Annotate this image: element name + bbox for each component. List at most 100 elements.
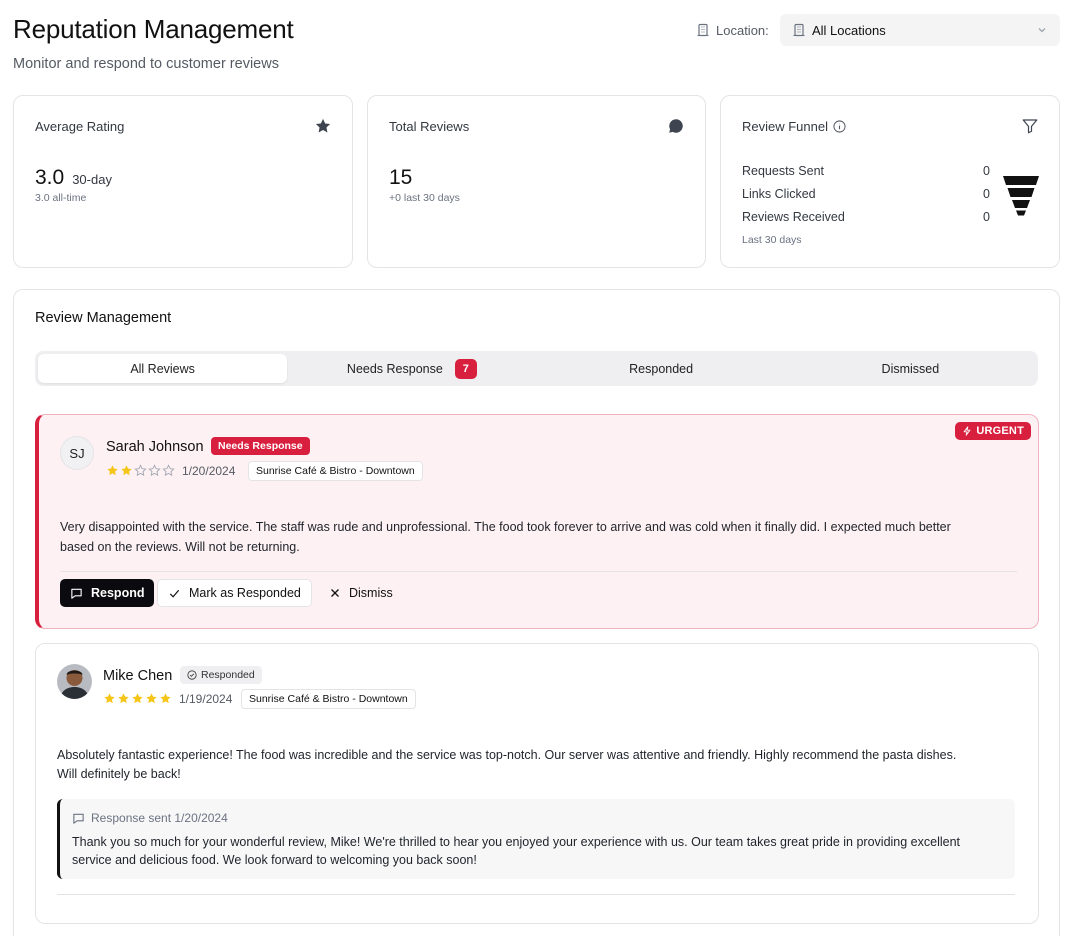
total-reviews-title: Total Reviews	[389, 119, 470, 134]
average-rating-period: 30-day	[72, 172, 112, 187]
close-icon	[331, 589, 339, 597]
funnel-row-requests: Requests Sent 0	[742, 164, 990, 178]
funnel-value: 0	[983, 187, 990, 201]
needs-response-count-badge: 7	[454, 358, 477, 379]
review-card: Mike Chen Responded 1/19/2024 Sunrise Ca…	[35, 643, 1039, 924]
review-management-card: Review Management All Reviews Needs Resp…	[13, 289, 1060, 936]
building-icon	[793, 23, 805, 37]
star-empty-icon	[148, 464, 161, 476]
star-empty-icon	[134, 464, 147, 476]
avatar: SJ	[60, 436, 94, 470]
review-funnel-title-group: Review Funnel	[742, 119, 846, 134]
message-square-icon	[73, 813, 84, 824]
star-filled-icon	[146, 693, 157, 704]
star-empty-icon	[162, 464, 175, 476]
funnel-label: Requests Sent	[742, 164, 824, 178]
message-circle-icon	[669, 119, 683, 133]
star-rating	[103, 692, 172, 705]
review-funnel-title: Review Funnel	[742, 119, 828, 134]
status-badge: Responded	[180, 666, 262, 684]
reviewer-name: Sarah Johnson	[106, 439, 204, 455]
message-square-icon	[71, 588, 82, 599]
check-circle-icon	[187, 670, 197, 680]
tab-needs-response[interactable]: Needs Response 7	[287, 354, 536, 383]
review-management-title: Review Management	[35, 310, 172, 326]
filter-icon	[1022, 119, 1038, 134]
status-badge: Needs Response	[211, 437, 310, 455]
info-icon[interactable]	[833, 120, 846, 133]
urgent-badge: URGENT	[955, 422, 1031, 440]
dismiss-button[interactable]: Dismiss	[319, 579, 403, 607]
star-filled-icon	[121, 465, 132, 476]
location-filter: Location: All Locations	[696, 14, 1060, 46]
total-reviews-value: 15	[389, 166, 413, 189]
page-subtitle: Monitor and respond to customer reviews	[13, 56, 279, 72]
mark-responded-label: Mark as Responded	[189, 586, 301, 600]
tab-all-reviews[interactable]: All Reviews	[38, 354, 288, 383]
response-box: Response sent 1/20/2024 Thank you so muc…	[57, 799, 1015, 879]
location-label: Location:	[716, 22, 769, 38]
review-text-line-2: based on the reviews. Will not be return…	[60, 540, 300, 554]
building-icon	[697, 23, 709, 37]
review-date: 1/20/2024	[182, 464, 236, 478]
tab-label: Needs Response	[346, 361, 443, 376]
funnel-label: Reviews Received	[742, 210, 845, 224]
total-reviews-card: Total Reviews 15 +0 last 30 days	[367, 95, 706, 268]
location-select-value: All Locations	[812, 22, 886, 38]
funnel-graphic	[1003, 176, 1039, 216]
star-filled-icon	[107, 465, 118, 476]
star-filled-icon	[132, 693, 143, 704]
tab-label: Dismissed	[881, 361, 940, 376]
star-icon	[315, 118, 331, 133]
review-text-line-1: Absolutely fantastic experience! The foo…	[57, 748, 957, 762]
respond-label: Respond	[91, 586, 145, 600]
star-filled-icon	[104, 693, 115, 704]
divider	[57, 894, 1015, 895]
check-icon	[169, 589, 180, 598]
tab-dismissed[interactable]: Dismissed	[786, 354, 1035, 383]
page-title: Reputation Management	[13, 14, 294, 44]
average-rating-value-group: 3.0 30-day	[35, 166, 112, 190]
funnel-row-clicks: Links Clicked 0	[742, 187, 990, 201]
total-reviews-change: +0 last 30 days	[389, 192, 460, 204]
average-rating-card: Average Rating 3.0 30-day 3.0 all-time	[13, 95, 353, 268]
location-chip: Sunrise Café & Bistro - Downtown	[241, 689, 416, 709]
urgent-label: URGENT	[976, 425, 1024, 437]
review-date: 1/19/2024	[179, 692, 233, 706]
dismiss-label: Dismiss	[349, 586, 393, 600]
status-label: Responded	[201, 669, 255, 681]
star-filled-icon	[118, 693, 129, 704]
location-select[interactable]: All Locations	[780, 14, 1060, 46]
funnel-label: Links Clicked	[742, 187, 816, 201]
average-rating-value: 3.0	[35, 166, 65, 189]
mark-responded-button[interactable]: Mark as Responded	[157, 579, 312, 607]
avatar	[57, 664, 92, 699]
review-card-urgent: URGENT SJ Sarah Johnson Needs Response 1…	[35, 414, 1039, 629]
review-text-line-2: Will definitely be back!	[57, 767, 181, 781]
funnel-footer: Last 30 days	[742, 234, 802, 246]
response-header-text: Response sent 1/20/2024	[91, 811, 228, 825]
funnel-value: 0	[983, 210, 990, 224]
tab-label: All Reviews	[130, 361, 195, 376]
respond-button[interactable]: Respond	[60, 579, 155, 607]
reviewer-name: Mike Chen	[103, 668, 173, 684]
response-header: Response sent 1/20/2024	[72, 811, 228, 825]
star-rating	[106, 464, 175, 477]
funnel-value: 0	[983, 164, 990, 178]
review-text-line-1: Very disappointed with the service. The …	[60, 520, 951, 534]
user-photo-icon	[57, 664, 92, 699]
lightning-icon	[963, 426, 971, 436]
tab-responded[interactable]: Responded	[537, 354, 786, 383]
response-text-line-2: service and delicious food. We look forw…	[72, 853, 477, 867]
average-rating-alltime: 3.0 all-time	[35, 192, 87, 204]
tab-label: Responded	[629, 361, 694, 376]
average-rating-title: Average Rating	[35, 119, 125, 134]
response-text-line-1: Thank you so much for your wonderful rev…	[72, 835, 961, 849]
chevron-down-icon	[1038, 28, 1046, 33]
location-chip: Sunrise Café & Bistro - Downtown	[248, 461, 423, 481]
star-filled-icon	[160, 693, 171, 704]
review-tabs: All Reviews Needs Response 7 Responded D…	[35, 351, 1038, 386]
review-funnel-card: Review Funnel Requests Sent 0 Links Clic…	[720, 95, 1060, 268]
divider	[60, 571, 1017, 572]
location-label-group: Location:	[696, 23, 769, 38]
